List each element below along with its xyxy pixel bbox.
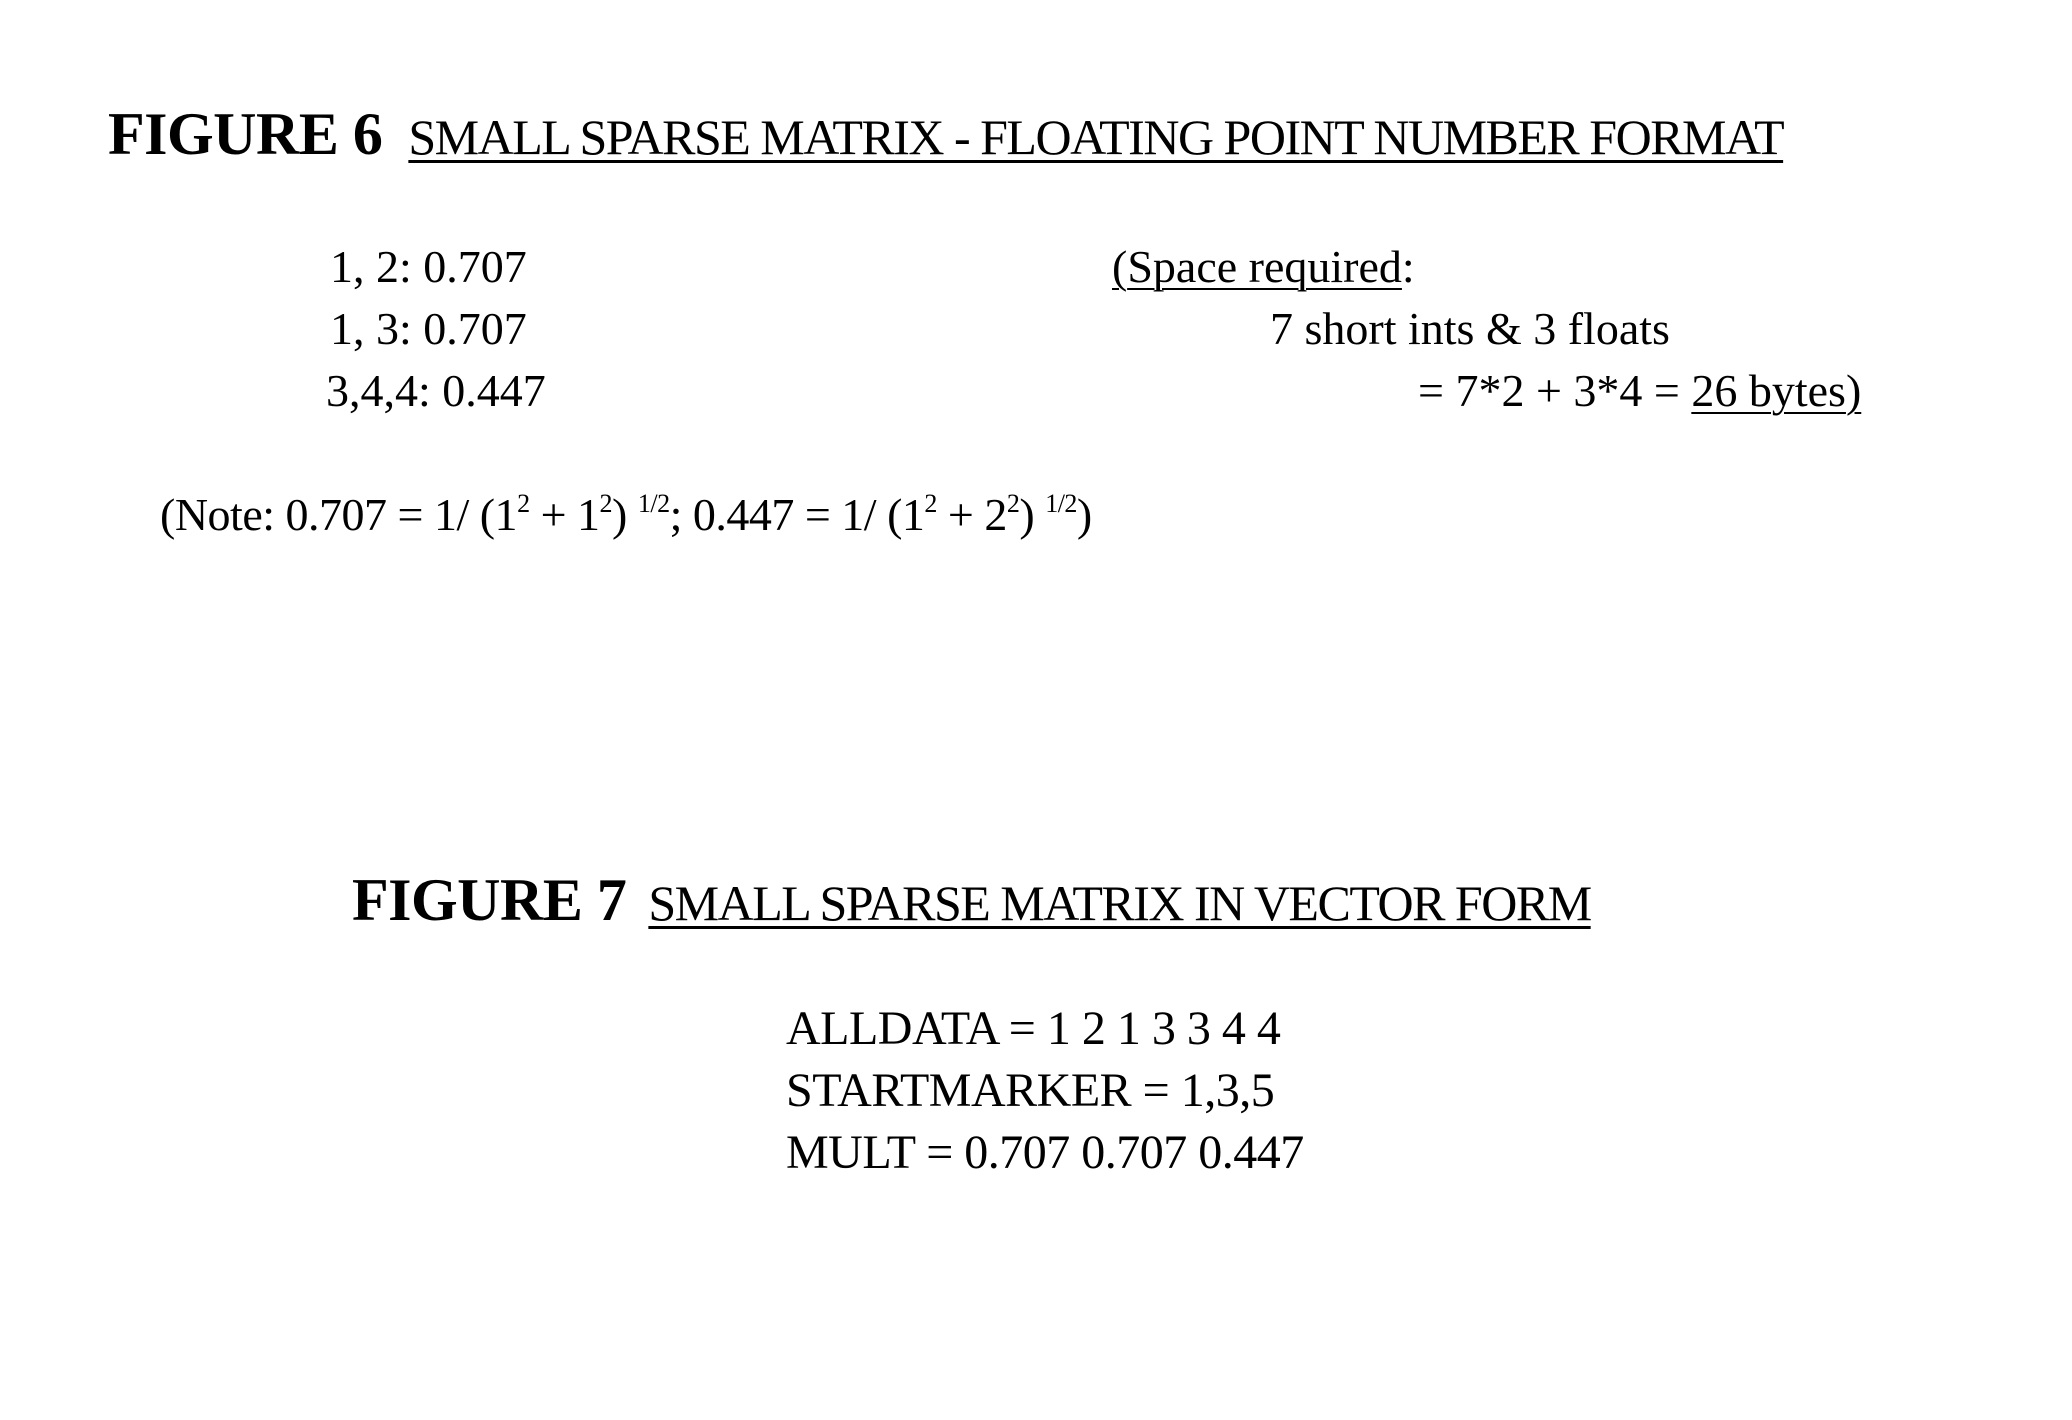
open-paren: ( [1112,241,1128,292]
note-text: (Note: 0.707 = 1/ (1 [160,489,518,540]
note-exponent: 1/2 [1045,489,1077,518]
note-exponent: 2 [1006,489,1020,518]
space-required-total-line: = 7*2 + 3*4 = 26 bytes) [1112,360,1861,422]
note-text: ; 0.447 = 1/ (1 [669,489,925,540]
vector-form-block: ALLDATA = 1 2 1 3 3 4 4 STARTMARKER = 1,… [786,998,1304,1184]
figure-6-heading: FIGURE 6 SMALL SPARSE MATRIX - FLOATING … [108,100,1785,169]
note-exponent: 2 [599,489,613,518]
colon: : [1401,241,1415,292]
note-exponent: 2 [517,489,530,518]
note-exponent: 2 [924,489,937,518]
note-text: + 1 [529,489,600,540]
space-required-heading: Space required [1127,241,1402,292]
note-text: ) [1076,489,1092,540]
matrix-entry: 1, 3: 0.707 [330,303,527,354]
space-required-heading-line: (Space required: [1112,236,1861,298]
close-paren: ) [1845,365,1862,416]
space-required-detail: 7 short ints & 3 floats [1270,303,1670,354]
note-exponent: 1/2 [637,489,670,518]
space-required-block: (Space required: 7 short ints & 3 floats… [1112,236,1861,422]
alldata-line: ALLDATA = 1 2 1 3 3 4 4 [786,1002,1281,1055]
normalization-note: (Note: 0.707 = 1/ (12 + 12) 1/2; 0.447 =… [160,488,1092,541]
figure-7-label: FIGURE 7 [352,867,627,933]
figure-6-label: FIGURE 6 [108,101,383,167]
space-required-total: 26 bytes [1691,365,1846,416]
note-text: ) [612,489,638,540]
matrix-entry: 3,4,4: 0.447 [326,365,546,416]
space-required-formula: = 7*2 + 3*4 = [1418,365,1692,416]
mult-line: MULT = 0.707 0.707 0.447 [786,1126,1304,1179]
figure-7-title: SMALL SPARSE MATRIX IN VECTOR FORM [648,875,1592,931]
figure-7-heading: FIGURE 7 SMALL SPARSE MATRIX IN VECTOR F… [352,866,1592,935]
matrix-entries: 1, 2: 0.707 1, 3: 0.707 3,4,4: 0.447 [326,236,546,422]
figure-6-title: SMALL SPARSE MATRIX - FLOATING POINT NUM… [408,109,1784,165]
matrix-entry: 1, 2: 0.707 [330,241,527,292]
note-text: ) [1019,489,1046,540]
note-text: + 2 [936,489,1007,540]
startmarker-line: STARTMARKER = 1,3,5 [786,1064,1275,1117]
